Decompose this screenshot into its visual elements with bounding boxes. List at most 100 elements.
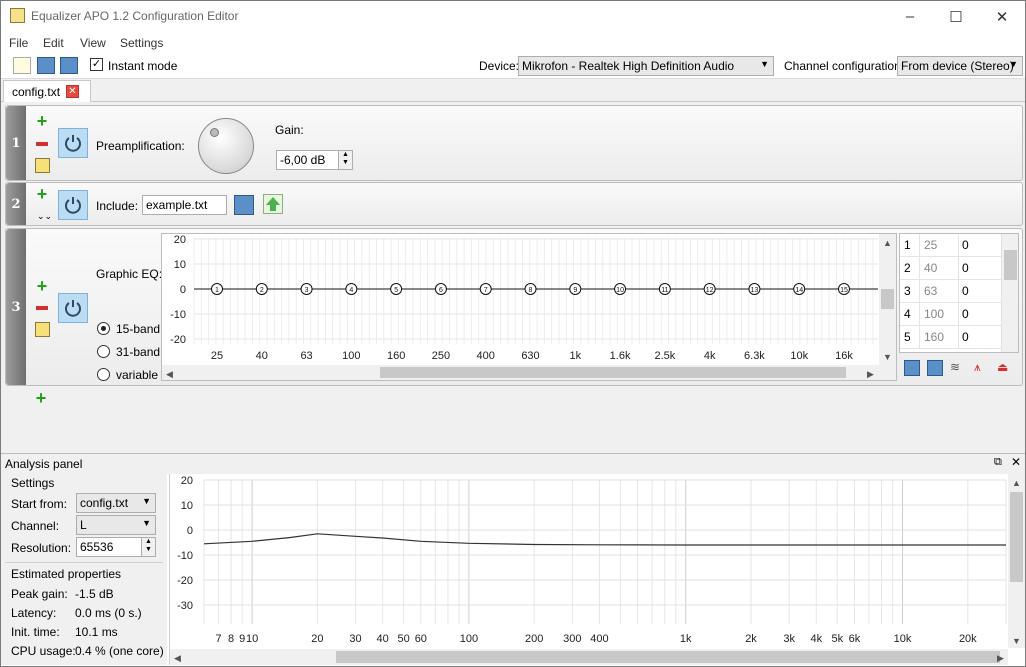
chart-y-tick: 20 — [181, 475, 193, 487]
menu-file[interactable]: File — [9, 36, 28, 50]
row-gain: 0 — [962, 284, 969, 298]
edit-icon[interactable] — [35, 158, 50, 173]
include-file-input[interactable]: example.txt — [142, 195, 227, 215]
reset-icon[interactable]: ⏏ — [997, 360, 1015, 376]
save-as-icon[interactable] — [60, 57, 78, 74]
menu-settings[interactable]: Settings — [120, 36, 163, 50]
radio-31-band[interactable] — [97, 345, 110, 358]
save-eq-as-icon[interactable] — [927, 360, 943, 376]
close-panel-icon[interactable]: ✕ — [1011, 455, 1021, 469]
frequency-response-chart[interactable]: 20 10 0 -10 -20 -30 7 8 9 10 20 30 40 50 60 100 200 300 40… — [169, 474, 1025, 665]
close-tab-icon[interactable]: ✕ — [66, 85, 79, 98]
eq-x-tick: 1.6k — [610, 350, 631, 362]
add-filter-bottom-icon[interactable]: + — [34, 389, 48, 407]
instant-mode-checkbox[interactable]: ✓ — [90, 58, 103, 71]
knob-indicator — [210, 128, 219, 137]
chart-x-tick: 60 — [415, 633, 427, 645]
invert-icon[interactable]: ⩚ — [974, 360, 992, 376]
peak-gain-label: Peak gain: — [11, 587, 68, 601]
channel-select[interactable]: L ▼ — [76, 515, 156, 535]
chevron-down-icon: ▼ — [760, 59, 769, 69]
radio-variable-label: variable — [116, 368, 159, 382]
table-scrollbar[interactable] — [1001, 234, 1018, 352]
power-toggle[interactable] — [58, 128, 88, 158]
add-filter-icon[interactable]: + — [35, 277, 49, 295]
eq-vscroll-thumb — [881, 289, 894, 309]
row-frequency: 25 — [924, 238, 938, 252]
include-file-value: example.txt — [146, 198, 208, 212]
gain-value: -6,00 dB — [280, 153, 326, 167]
remove-filter-icon[interactable] — [35, 301, 49, 315]
graphic-eq-label: Graphic EQ: — [96, 267, 163, 281]
row-frequency: 40 — [924, 261, 938, 275]
eq-node-label: 11 — [661, 287, 668, 294]
table-scroll-thumb[interactable] — [1004, 250, 1017, 280]
scroll-right-icon: ▶ — [997, 653, 1004, 663]
channel-config-select[interactable]: From device (Stereo) ▼ — [897, 56, 1023, 76]
channel-label: Channel: — [11, 519, 60, 533]
chart-vscroll-thumb — [1010, 492, 1023, 582]
edit-icon[interactable] — [35, 322, 50, 337]
eq-y-tick: 10 — [174, 259, 186, 271]
eq-x-tick: 10k — [790, 350, 808, 362]
row-gain: 0 — [962, 307, 969, 321]
toolbar: ✓ Instant mode Device: Mikrofon - Realte… — [1, 53, 1025, 79]
radio-variable[interactable] — [97, 368, 110, 381]
spin-arrows-icon[interactable]: ▲ ▼ — [338, 151, 352, 169]
window-title: Equalizer APO 1.2 Configuration Editor — [31, 9, 239, 23]
graphic-eq-graph[interactable]: 20 10 0 -10 -20 1 25 2 40 3 63 4 100 5 160 6 250 7 400 8 630… — [161, 233, 897, 381]
table-row[interactable]: 3 63 0 — [900, 280, 1001, 303]
eq-band-table[interactable]: 1 25 0 2 40 0 3 63 0 4 100 0 5 160 0 — [899, 233, 1019, 353]
smooth-icon[interactable]: ≋ — [950, 360, 968, 376]
eq-node-label: 4 — [349, 287, 353, 294]
app-icon — [10, 8, 25, 23]
eq-x-tick: 6.3k — [744, 350, 765, 362]
channel-config-value: From device (Stereo) — [901, 59, 1014, 73]
start-from-select[interactable]: config.txt ▼ — [76, 493, 156, 513]
minimize-button[interactable]: – — [887, 1, 933, 32]
expand-icon[interactable]: ⌄⌄ — [37, 211, 52, 222]
menu-view[interactable]: View — [80, 36, 106, 50]
spin-arrows-icon[interactable]: ▲ ▼ — [141, 538, 155, 556]
gain-label: Gain: — [275, 123, 304, 137]
device-select[interactable]: Mikrofon - Realtek High Definition Audio… — [518, 56, 774, 76]
chevron-down-icon: ▼ — [142, 496, 151, 506]
init-time-label: Init. time: — [11, 625, 60, 639]
eq-graph-svg[interactable]: 20100-10-2012524036341005160625074008630… — [162, 234, 896, 380]
row-gain: 0 — [962, 238, 969, 252]
table-row[interactable]: 1 25 0 — [900, 234, 1001, 257]
open-included-icon[interactable] — [263, 194, 283, 214]
new-file-icon[interactable] — [13, 57, 31, 74]
close-button[interactable]: ✕ — [979, 1, 1025, 32]
power-toggle[interactable] — [58, 293, 88, 323]
scroll-down-icon: ▼ — [883, 352, 892, 362]
power-toggle[interactable] — [58, 190, 88, 220]
add-filter-icon[interactable]: + — [35, 185, 49, 203]
eq-node-label: 10 — [616, 287, 624, 294]
start-from-value: config.txt — [80, 496, 129, 510]
radio-15-band[interactable] — [97, 322, 110, 335]
filter-number: 2 — [6, 183, 26, 225]
tab-config[interactable]: config.txt ✕ — [3, 80, 91, 103]
add-filter-icon[interactable]: + — [35, 112, 49, 130]
chart-x-tick: 6k — [849, 633, 861, 645]
table-row[interactable]: 5 160 0 — [900, 326, 1001, 349]
remove-filter-icon[interactable] — [35, 137, 49, 151]
radio-31-band-label: 31-band — [116, 345, 161, 359]
maximize-button[interactable]: ☐ — [933, 1, 979, 32]
filter-row-1: 1 + Preamplification: Gain: -6,00 dB ▲ ▼ — [5, 105, 1023, 181]
response-chart-svg[interactable]: 20100-10-20-307 8 9 10 20 30 40 50 60 100 200 300 40… — [170, 474, 1025, 665]
menu-edit[interactable]: Edit — [43, 36, 64, 50]
save-eq-icon[interactable] — [904, 360, 920, 376]
open-file-icon[interactable] — [234, 195, 254, 215]
table-row[interactable]: 4 100 0 — [900, 303, 1001, 326]
gain-spinbox[interactable]: -6,00 dB ▲ ▼ — [276, 150, 353, 170]
save-icon[interactable] — [37, 57, 55, 74]
table-row[interactable]: 2 40 0 — [900, 257, 1001, 280]
gain-knob[interactable] — [198, 118, 254, 174]
chart-x-tick: 8 — [228, 633, 234, 645]
row-index: 3 — [904, 284, 911, 298]
chart-x-tick: 1k — [680, 633, 692, 645]
undock-icon[interactable]: ⧉ — [994, 456, 1002, 469]
resolution-spinbox[interactable]: 65536 ▲ ▼ — [76, 537, 156, 557]
